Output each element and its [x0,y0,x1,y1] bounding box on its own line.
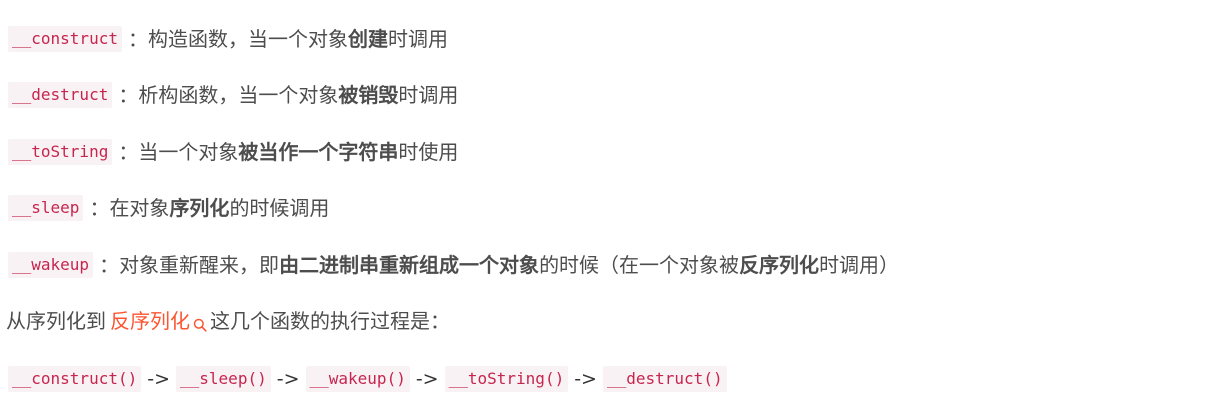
order-suffix: 这几个函数的执行过程是： [210,309,450,333]
definition-text: 当一个对象 [138,140,239,164]
definition-text-after: 时使用 [398,140,459,164]
definition-text-after: 时调用 [398,83,459,107]
definition-text-after: 时调用 [387,27,448,51]
definition-bold: 创建 [347,27,388,51]
execution-sequence: __construct() -> __sleep() -> __wakeup()… [8,364,727,394]
order-prefix: 从序列化到 [6,309,106,333]
code-tostring: __toString [8,139,113,165]
colon: ： [118,83,139,107]
colon: ： [118,140,139,164]
colon: ： [127,27,148,51]
code-destruct: __destruct [8,82,113,108]
search-icon[interactable] [193,310,207,332]
definition-bold: 序列化 [169,196,230,220]
definition-bold: 被销毁 [338,83,399,107]
definition-tostring: __toString ： 当一个对象 被当作一个字符串 时使用 [8,137,458,167]
definition-text: 对象重新醒来，即 [119,253,280,277]
colon: ： [89,196,110,220]
sequence-step-sleep: __sleep() [176,366,271,392]
colon: ： [99,253,120,277]
definition-text-after: 时调用） [819,253,900,277]
sequence-arrow: -> [574,368,597,390]
code-wakeup: __wakeup [8,252,94,278]
definition-bold-2: 反序列化 [739,253,820,277]
definition-wakeup: __wakeup ： 对象重新醒来，即 由二进制串重新组成一个对象 的时候（在一… [8,250,899,280]
sequence-step-destruct: __destruct() [602,366,727,392]
definition-bold: 被当作一个字符串 [238,140,399,164]
sequence-step-wakeup: __wakeup() [305,366,410,392]
sequence-arrow: -> [415,368,439,390]
definition-text: 析构函数，当一个对象 [138,83,339,107]
definition-destruct: __destruct ： 析构函数，当一个对象 被销毁 时调用 [8,80,458,110]
order-sentence: 从序列化到 反序列化 这几个函数的执行过程是： [6,306,450,336]
definition-text: 在对象 [109,196,170,220]
definition-text-after: 的时候调用 [229,196,330,220]
code-sleep: __sleep [8,195,84,221]
definition-text: 构造函数，当一个对象 [147,27,348,51]
sequence-arrow: -> [276,368,300,390]
sequence-arrow: -> [147,368,171,390]
definition-text-middle: 的时候（在一个对象被 [539,253,740,277]
definition-construct: __construct ： 构造函数，当一个对象 创建 时调用 [8,24,448,54]
definition-sleep: __sleep ： 在对象 序列化 的时候调用 [8,193,329,223]
code-construct: __construct [8,26,122,52]
search-link[interactable]: 反序列化 [110,306,190,336]
article-content: __construct ： 构造函数，当一个对象 创建 时调用 __destru… [0,0,1224,410]
sequence-step-tostring: __toString() [444,366,569,392]
sequence-step-construct: __construct() [8,366,142,392]
definition-bold: 由二进制串重新组成一个对象 [279,253,540,277]
